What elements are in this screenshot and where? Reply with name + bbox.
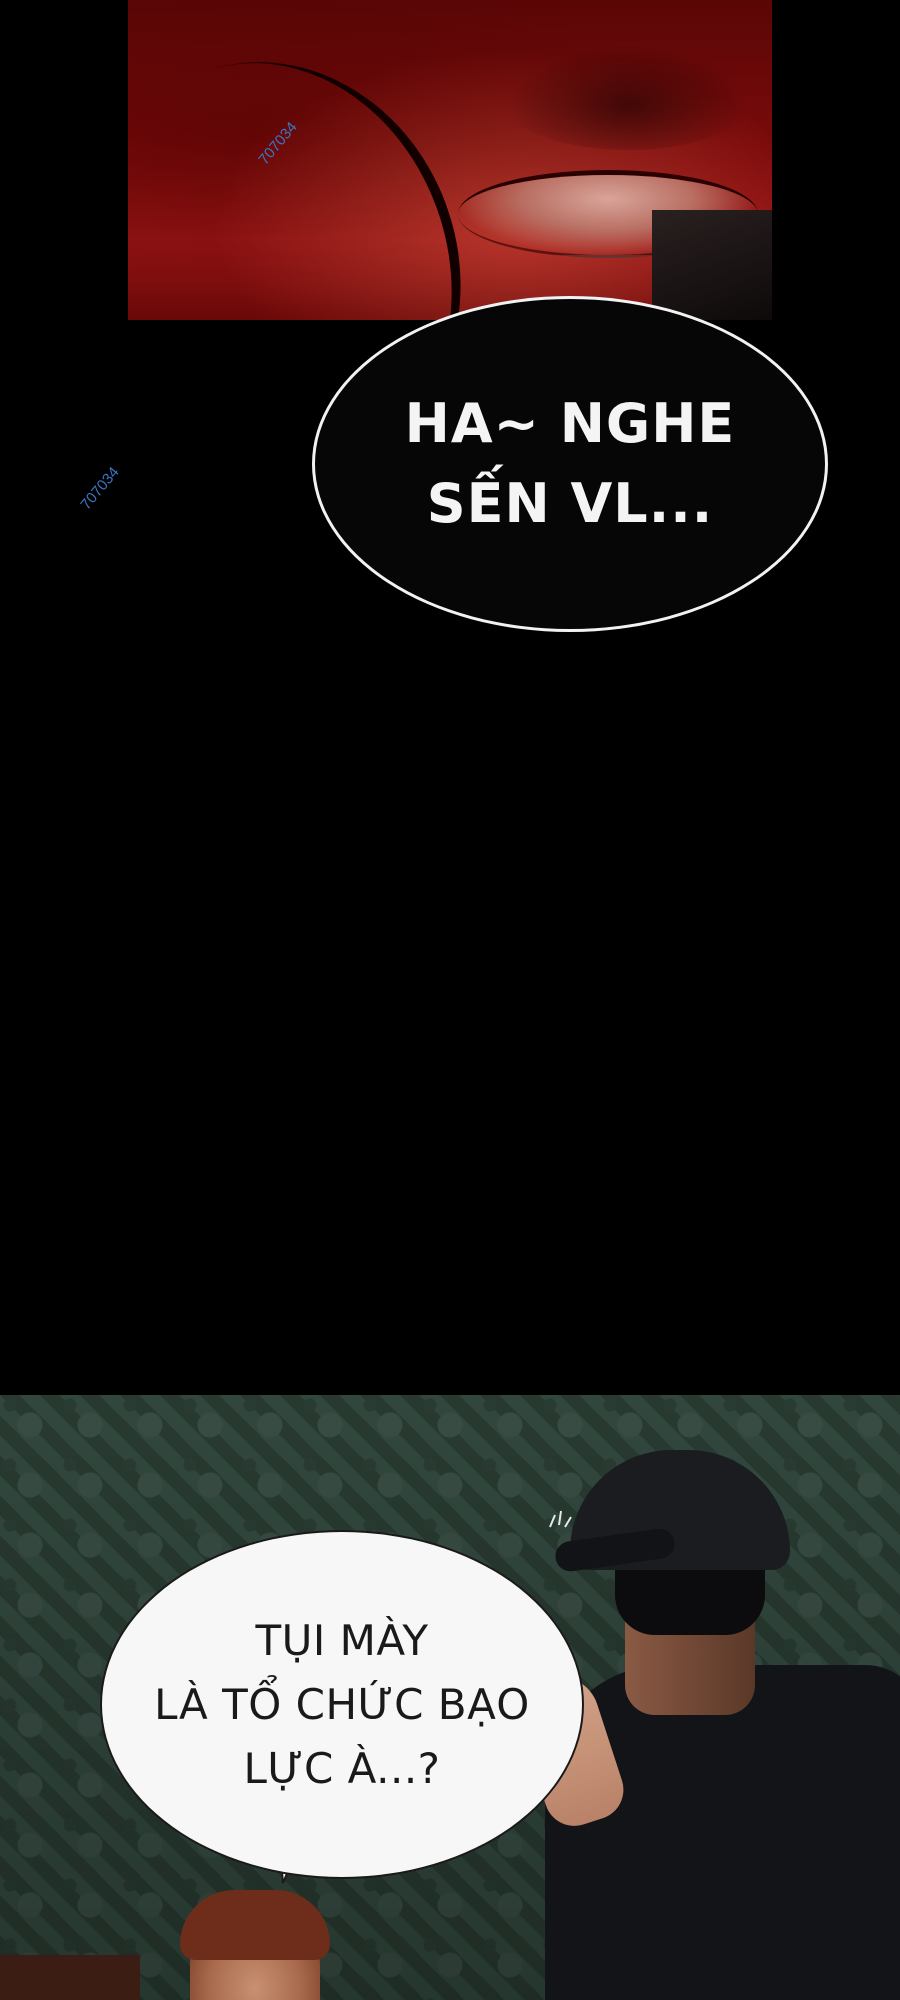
speech-line: TỤI MÀY bbox=[255, 1615, 429, 1665]
surprise-lines-icon bbox=[549, 1510, 572, 1528]
panel-room-scene: TỤI MÀY LÀ TỔ CHỨC BẠO LỰC À...? bbox=[0, 1395, 900, 2000]
chair-illustration bbox=[0, 1955, 140, 2000]
nose-shadow bbox=[498, 40, 758, 150]
speech-line: LÀ TỔ CHỨC BẠO bbox=[154, 1679, 530, 1729]
speech-line: SẾN VL... bbox=[426, 472, 714, 535]
watermark: 707034 bbox=[77, 463, 123, 514]
speech-bubble-white: TỤI MÀY LÀ TỔ CHỨC BẠO LỰC À...? bbox=[100, 1530, 584, 1879]
seated-character-hair bbox=[180, 1890, 330, 1960]
collar-illustration bbox=[652, 210, 772, 320]
speech-bubble-dark: HA~ NGHE SẾN VL... bbox=[312, 296, 828, 632]
jaw-outline bbox=[128, 13, 514, 320]
panel-face-closeup: 707034 bbox=[128, 0, 772, 320]
speech-line: LỰC À...? bbox=[243, 1743, 441, 1793]
speech-line: HA~ NGHE bbox=[404, 392, 736, 455]
